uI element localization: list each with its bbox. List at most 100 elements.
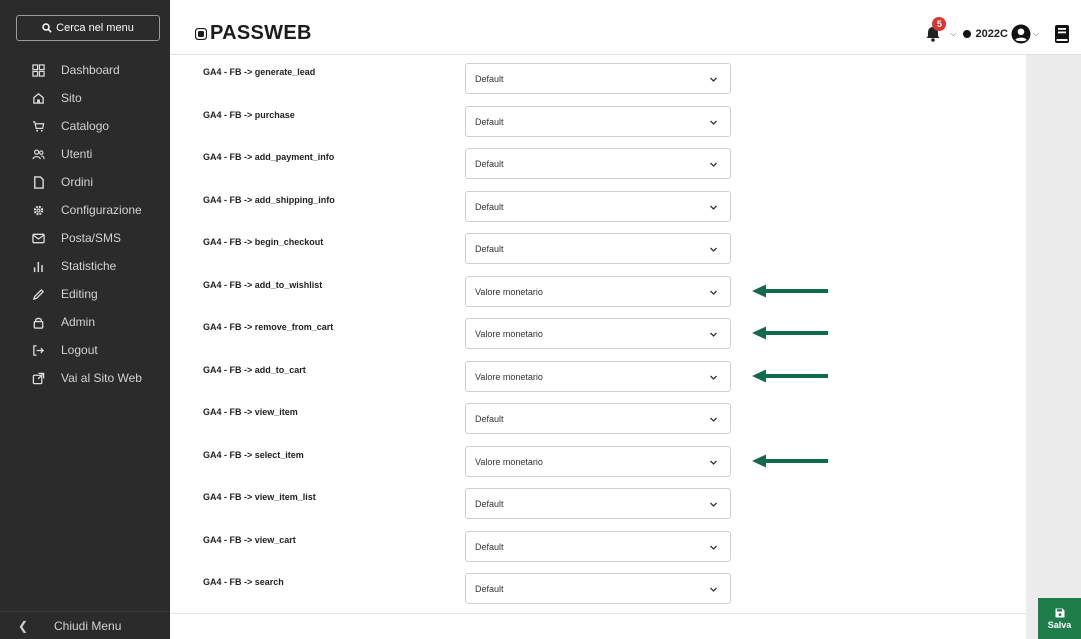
setting-row: GA4 - FB -> select_item Valore monetario (170, 438, 1026, 480)
top-header: PASSWEB 5 ⌵ 2022C ⌵ (170, 0, 1081, 55)
event-value-select[interactable]: Default (465, 233, 731, 264)
sidebar-item-label: Ordini (61, 175, 94, 189)
setting-label: GA4 - FB -> add_shipping_info (203, 195, 335, 205)
setting-row: GA4 - FB -> generate_lead Default (170, 55, 1026, 97)
setting-row: GA4 - FB -> search Default (170, 565, 1026, 607)
setting-row: GA4 - FB -> purchase Default (170, 98, 1026, 140)
setting-label: GA4 - FB -> search (203, 577, 284, 587)
event-value-select[interactable]: Valore monetario (465, 446, 731, 477)
sidebar-item-logout[interactable]: Logout (0, 336, 170, 364)
gear-icon (31, 203, 45, 217)
external-link-icon (31, 371, 45, 385)
sidebar-item-utenti[interactable]: Utenti (0, 140, 170, 168)
select-value: Valore monetario (475, 286, 543, 297)
select-value: Default (475, 201, 504, 212)
setting-row: GA4 - FB -> add_to_cart Valore monetario (170, 353, 1026, 395)
event-value-select[interactable]: Default (465, 403, 731, 434)
highlight-arrow-icon (752, 284, 828, 298)
event-value-select[interactable]: Valore monetario (465, 361, 731, 392)
sidebar-item-ordini[interactable]: Ordini (0, 168, 170, 196)
event-value-select[interactable]: Valore monetario (465, 318, 731, 349)
envelope-icon (31, 231, 45, 245)
event-value-select[interactable]: Default (465, 488, 731, 519)
save-label: Salva (1047, 619, 1072, 630)
sidebar-item-label: Statistiche (61, 259, 117, 273)
event-value-select[interactable]: Default (465, 531, 731, 562)
user-avatar-icon[interactable] (1011, 24, 1031, 44)
setting-label: GA4 - FB -> purchase (203, 110, 295, 120)
setting-row: GA4 - FB -> add_to_wishlist Valore moneta… (170, 268, 1026, 310)
sidebar-item-label: Configurazione (61, 203, 142, 217)
sidebar: Cerca nel menu Dashboard Sito Catalogo Uten… (0, 0, 170, 639)
sidebar-item-statistiche[interactable]: Statistiche (0, 252, 170, 280)
select-value: Default (475, 541, 504, 552)
select-value: Default (475, 243, 504, 254)
close-menu-label: Chiudi Menu (54, 618, 122, 633)
event-value-select[interactable]: Default (465, 63, 731, 94)
sidebar-item-label: Sito (61, 91, 82, 105)
sidebar-item-editing[interactable]: Editing (0, 280, 170, 308)
pencil-icon (31, 287, 45, 301)
logo-text: PASSWEB (210, 22, 312, 44)
save-button[interactable]: Salva (1038, 598, 1081, 639)
sidebar-item-label: Posta/SMS (61, 231, 122, 245)
setting-label: GA4 - FB -> generate_lead (203, 67, 316, 77)
user-menu-chevron-icon[interactable]: ⌵ (1033, 29, 1039, 39)
menu-search-label: Cerca nel menu (56, 22, 134, 34)
sidebar-item-label: Editing (61, 287, 98, 301)
lock-icon (31, 315, 45, 329)
event-value-select[interactable]: Default (465, 573, 731, 604)
event-value-select[interactable]: Valore monetario (465, 276, 731, 307)
chevron-down-icon (710, 247, 717, 252)
chevron-down-icon (710, 417, 717, 422)
select-value: Default (475, 583, 504, 594)
book-icon[interactable] (1053, 24, 1071, 44)
notifications-button[interactable]: 5 (924, 17, 947, 43)
sidebar-item-sito[interactable]: Sito (0, 84, 170, 112)
event-value-select[interactable]: Default (465, 148, 731, 179)
setting-label: GA4 - FB -> add_to_wishlist (203, 280, 323, 290)
sidebar-menu: Dashboard Sito Catalogo Utenti Ordini Configu… (0, 56, 170, 392)
chevron-down-icon[interactable]: ⌵ (950, 29, 956, 39)
highlight-arrow-icon (752, 454, 828, 468)
setting-label: GA4 - FB -> add_payment_info (203, 152, 335, 162)
sidebar-item-label: Catalogo (61, 119, 110, 133)
close-menu-button[interactable]: ❮ Chiudi Menu (0, 611, 170, 639)
bar-chart-icon (31, 259, 45, 273)
sidebar-item-admin[interactable]: Admin (0, 308, 170, 336)
chevron-down-icon (710, 290, 717, 295)
users-icon (31, 147, 45, 161)
setting-row: GA4 - FB -> add_shipping_info Default (170, 183, 1026, 225)
sidebar-item-posta-sms[interactable]: Posta/SMS (0, 224, 170, 252)
sidebar-item-label: Dashboard (61, 63, 120, 77)
cart-icon (31, 119, 45, 133)
passweb-logo[interactable]: PASSWEB (195, 22, 312, 45)
chevron-down-icon (710, 375, 717, 380)
sidebar-item-catalogo[interactable]: Catalogo (0, 112, 170, 140)
select-value: Default (475, 498, 504, 509)
setting-label: GA4 - FB -> view_item (203, 407, 298, 417)
logout-icon (31, 343, 45, 357)
setting-row: GA4 - FB -> begin_checkout Default (170, 225, 1026, 267)
header-actions: 5 ⌵ 2022C ⌵ (924, 17, 1071, 44)
panel-footer (170, 613, 1026, 639)
setting-label: GA4 - FB -> view_cart (203, 535, 296, 545)
setting-row: GA4 - FB -> add_payment_info Default (170, 140, 1026, 182)
setting-row: GA4 - FB -> remove_from_cart Valore monet… (170, 310, 1026, 352)
menu-search-button[interactable]: Cerca nel menu (16, 15, 160, 41)
setting-label: GA4 - FB -> select_item (203, 450, 304, 460)
highlight-arrow-icon (752, 369, 828, 383)
floppy-disk-icon (1055, 608, 1064, 617)
event-value-select[interactable]: Default (465, 191, 731, 222)
sidebar-item-configurazione[interactable]: Configurazione (0, 196, 170, 224)
settings-panel: GA4 - FB -> generate_lead Default GA4 - FB… (170, 55, 1026, 639)
setting-row: GA4 - FB -> view_cart Default (170, 523, 1026, 565)
logo-mark-icon (195, 27, 207, 40)
sidebar-item-vai-al-sito-web[interactable]: Vai al Sito Web (0, 364, 170, 392)
highlight-arrow-icon (752, 326, 828, 340)
event-value-select[interactable]: Default (465, 106, 731, 137)
status-dot-icon (962, 30, 971, 38)
chevron-down-icon (710, 77, 717, 82)
sidebar-item-dashboard[interactable]: Dashboard (0, 56, 170, 84)
setting-label: GA4 - FB -> view_item_list (203, 492, 316, 502)
